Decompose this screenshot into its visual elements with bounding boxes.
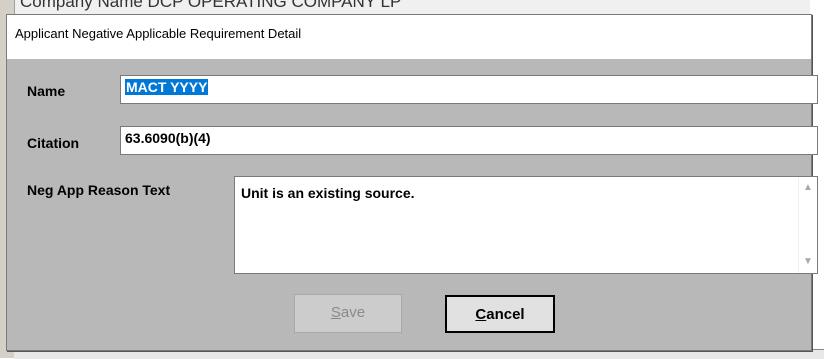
reason-value: Unit is an existing source. [241,185,415,201]
requirement-detail-dialog: Applicant Negative Applicable Requiremen… [6,14,818,351]
citation-input[interactable]: 63.6090(b)(4) [120,126,818,155]
reason-scrollbar[interactable]: ▲ ▼ [798,177,817,273]
scroll-down-arrow-icon[interactable]: ▼ [799,253,817,271]
reason-label: Neg App Reason Text [27,182,171,198]
cancel-mnemonic: C [475,306,487,323]
cancel-button[interactable]: Cancel [445,295,555,333]
name-label: Name [27,83,66,99]
reason-textarea[interactable]: Unit is an existing source. ▲ ▼ [234,176,818,274]
cancel-label-rest: ancel [486,306,525,323]
name-input[interactable]: MACT YYYY [120,75,818,104]
background-header-text: Company Name DCP OPERATING COMPANY LP [20,0,402,11]
name-value-selected: MACT YYYY [125,79,209,95]
scroll-up-arrow-icon[interactable]: ▲ [799,179,817,197]
citation-label: Citation [27,135,80,151]
save-mnemonic: S [330,304,341,321]
save-label-rest: ave [340,304,366,321]
dialog-titlebar[interactable]: Applicant Negative Applicable Requiremen… [7,15,811,59]
save-button[interactable]: Save [294,294,402,333]
dialog-title: Applicant Negative Applicable Requiremen… [15,26,302,41]
citation-value: 63.6090(b)(4) [125,130,211,146]
